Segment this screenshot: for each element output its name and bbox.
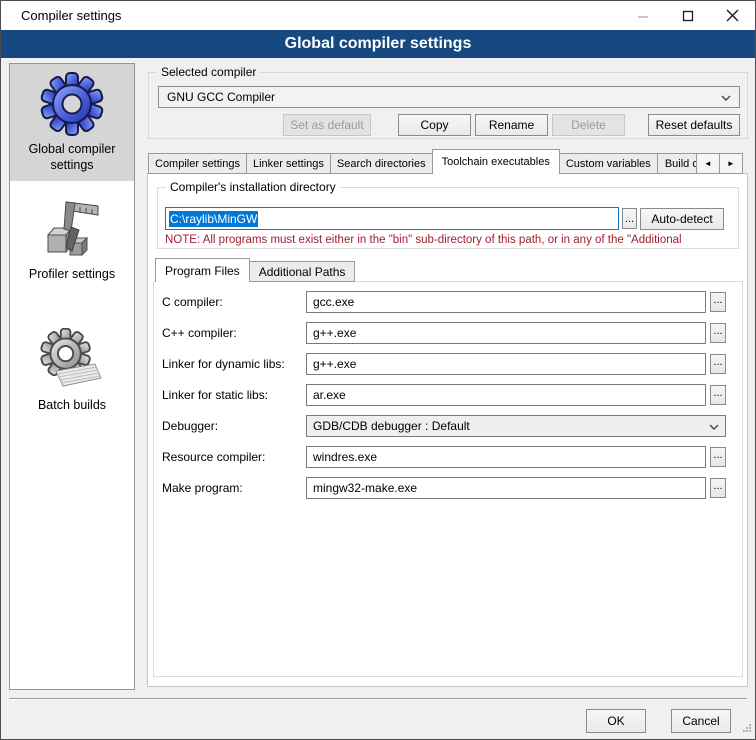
linker-for-dynamic-libs-input[interactable]: g++.exe — [306, 353, 706, 375]
tab-label: Program Files — [165, 264, 240, 278]
sidebar-item-profiler-settings[interactable]: Profiler settings — [10, 181, 134, 298]
debugger-value: GDB/CDB debugger : Default — [313, 419, 470, 433]
linker-for-dynamic-libs-value: g++.exe — [313, 357, 356, 371]
c-compiler-browse-button[interactable]: ... — [710, 323, 726, 343]
dialog-header: Global compiler settings — [1, 30, 755, 58]
make-program-label: Make program: — [162, 481, 243, 495]
arrow-right-icon: ► — [727, 159, 735, 168]
window-title: Compiler settings — [21, 8, 121, 23]
dialog-header-title: Global compiler settings — [285, 35, 472, 52]
gear-stack-icon — [40, 328, 104, 395]
chevron-down-icon — [709, 419, 719, 433]
c-compiler-browse-button[interactable]: ... — [710, 292, 726, 312]
resize-grip-icon[interactable] — [742, 722, 752, 736]
tab-scroll-right-button[interactable]: ► — [719, 153, 743, 174]
linker-for-dynamic-libs-label: Linker for dynamic libs: — [162, 357, 285, 371]
chevron-down-icon — [721, 90, 731, 104]
linker-for-dynamic-libs-browse-button[interactable]: ... — [710, 354, 726, 374]
tab-scroll-left-button[interactable]: ◄ — [696, 153, 720, 174]
make-program-input[interactable]: mingw32-make.exe — [306, 477, 706, 499]
delete-button[interactable]: Delete — [552, 114, 625, 136]
tab-build-options[interactable]: Build options — [657, 153, 697, 174]
debugger-label: Debugger: — [162, 419, 218, 433]
rename-button[interactable]: Rename — [475, 114, 548, 136]
sidebar-item-label: Global compiler settings — [19, 142, 125, 173]
program-files-page: C compiler: gcc.exe... C++ compiler: g++.ex… — [153, 281, 743, 677]
resource-compiler-value: windres.exe — [313, 450, 377, 464]
tab-program-files[interactable]: Program Files — [155, 258, 250, 282]
auto-detect-button[interactable]: Auto-detect — [640, 208, 724, 230]
blue-gear-icon — [40, 72, 104, 139]
tab-additional-paths[interactable]: Additional Paths — [249, 261, 356, 282]
make-program-value: mingw32-make.exe — [313, 481, 417, 495]
make-program-browse-button[interactable]: ... — [710, 478, 726, 498]
resource-compiler-input[interactable]: windres.exe — [306, 446, 706, 468]
ok-button[interactable]: OK — [586, 709, 646, 733]
main-tabs-list: Compiler settingsLinker settingsSearch d… — [148, 149, 696, 174]
tab-search-directories[interactable]: Search directories — [330, 153, 433, 174]
installation-directory-input[interactable]: C:\raylib\MinGW — [165, 207, 619, 230]
c-compiler-input[interactable]: g++.exe — [306, 322, 706, 344]
debugger-select[interactable]: GDB/CDB debugger : Default — [306, 415, 726, 437]
linker-for-static-libs-row: Linker for static libs: ar.exe... — [154, 384, 742, 406]
minimize-button[interactable] — [620, 1, 665, 30]
compiler-settings-dialog: Compiler settings Global compiler settin… — [0, 0, 756, 740]
bin-subdirectory-note: NOTE: All programs must exist either in … — [165, 234, 727, 246]
c-compiler-value: g++.exe — [313, 326, 356, 340]
caption-buttons — [620, 1, 755, 30]
toolchain-executables-page: Compiler's installation directory C:\ray… — [147, 173, 748, 687]
sidebar-item-global-compiler-settings[interactable]: Global compiler settings — [10, 64, 134, 181]
settings-category-list: Global compiler settings — [9, 63, 135, 690]
tab-toolchain-executables[interactable]: Toolchain executables — [432, 149, 560, 174]
sidebar-item-label: Batch builds — [19, 398, 125, 414]
c-compiler-row: C++ compiler: g++.exe... — [154, 322, 742, 344]
cancel-button[interactable]: Cancel — [671, 709, 731, 733]
linker-for-static-libs-input[interactable]: ar.exe — [306, 384, 706, 406]
maximize-button[interactable] — [665, 1, 710, 30]
caliper-icon — [40, 197, 104, 264]
selected-compiler-value: GNU GCC Compiler — [167, 90, 275, 104]
copy-button[interactable]: Copy — [398, 114, 471, 136]
tab-custom-variables[interactable]: Custom variables — [559, 153, 658, 174]
minimize-icon — [637, 10, 649, 22]
linker-for-static-libs-value: ar.exe — [313, 388, 346, 402]
tab-compiler-settings[interactable]: Compiler settings — [148, 153, 247, 174]
program-files-tabs: Program Files Additional Paths — [155, 258, 354, 282]
resource-compiler-row: Resource compiler: windres.exe... — [154, 446, 742, 468]
maximize-icon — [682, 10, 694, 22]
linker-for-static-libs-label: Linker for static libs: — [162, 388, 268, 402]
selected-compiler-group-label: Selected compiler — [157, 65, 260, 79]
debugger-row: Debugger: GDB/CDB debugger : Default — [154, 415, 742, 437]
linker-for-dynamic-libs-row: Linker for dynamic libs: g++.exe... — [154, 353, 742, 375]
installation-directory-browse-button[interactable]: ... — [622, 208, 637, 229]
sidebar-item-batch-builds[interactable]: Batch builds — [10, 312, 134, 429]
installation-directory-value: C:\raylib\MinGW — [169, 211, 258, 227]
linker-for-static-libs-browse-button[interactable]: ... — [710, 385, 726, 405]
make-program-row: Make program: mingw32-make.exe... — [154, 477, 742, 499]
main-tabs: Compiler settingsLinker settingsSearch d… — [148, 149, 742, 174]
close-button[interactable] — [710, 1, 755, 30]
c-compiler-label: C++ compiler: — [162, 326, 237, 340]
resource-compiler-label: Resource compiler: — [162, 450, 265, 464]
resource-compiler-browse-button[interactable]: ... — [710, 447, 726, 467]
c-compiler-input[interactable]: gcc.exe — [306, 291, 706, 313]
tab-linker-settings[interactable]: Linker settings — [246, 153, 331, 174]
close-icon — [726, 9, 739, 22]
footer-divider — [9, 698, 747, 700]
reset-defaults-button[interactable]: Reset defaults — [648, 114, 740, 136]
c-compiler-value: gcc.exe — [313, 295, 354, 309]
c-compiler-label: C compiler: — [162, 295, 223, 309]
arrow-left-icon: ◄ — [704, 159, 712, 168]
c-compiler-row: C compiler: gcc.exe... — [154, 291, 742, 313]
set-as-default-button[interactable]: Set as default — [283, 114, 371, 136]
selected-compiler-select[interactable]: GNU GCC Compiler — [158, 86, 740, 108]
tab-label: Additional Paths — [259, 265, 346, 279]
installation-directory-group-label: Compiler's installation directory — [166, 180, 340, 194]
title-bar: Compiler settings — [1, 1, 755, 30]
sidebar-item-label: Profiler settings — [19, 267, 125, 283]
